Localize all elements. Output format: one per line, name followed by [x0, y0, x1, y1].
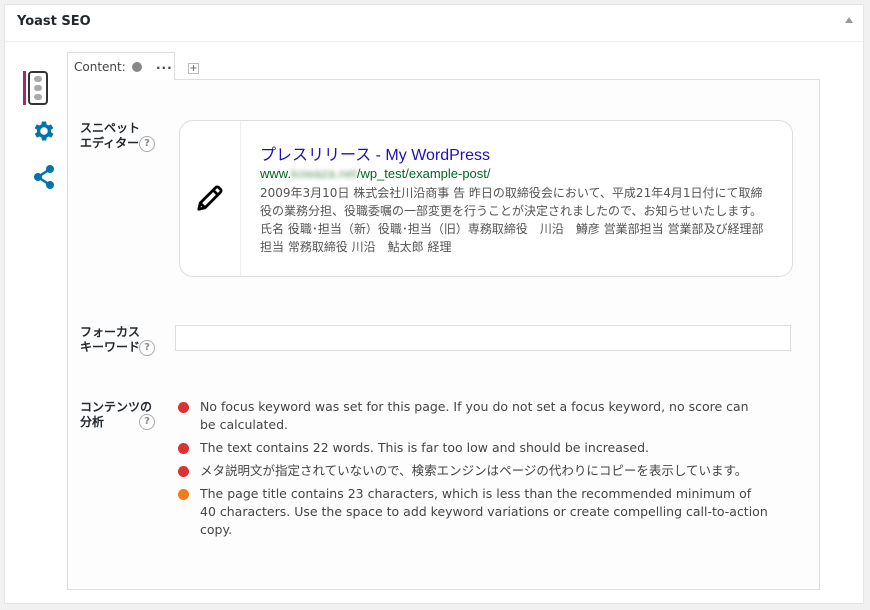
snippet-title[interactable]: プレスリリース - My WordPress	[260, 141, 490, 165]
analysis-text: The page title contains 23 characters, w…	[200, 486, 768, 537]
tab-content[interactable]: Content: ...	[67, 52, 175, 80]
traffic-light-icon[interactable]	[28, 71, 48, 105]
collapse-arrow-icon[interactable]	[845, 17, 853, 23]
analysis-item: The page title contains 23 characters, w…	[178, 485, 768, 539]
url-prefix: www.	[260, 166, 292, 181]
score-dot-icon	[132, 62, 142, 72]
snippet-description: 2009年3月10日 株式会社川沿商事 告 昨日の取締役会において、平成21年4…	[260, 186, 764, 254]
status-bullet-icon	[178, 402, 189, 413]
snippet-editor-label: スニペットエディター	[80, 121, 141, 150]
active-tab-indicator	[23, 71, 26, 105]
url-path: /wp_test/example-post/	[356, 166, 491, 181]
metabox-header[interactable]: Yoast SEO	[5, 5, 863, 42]
help-icon[interactable]: ?	[139, 414, 155, 430]
status-bullet-icon	[178, 466, 189, 477]
help-icon[interactable]: ?	[139, 136, 155, 152]
status-bullet-icon	[178, 489, 189, 500]
focus-keyword-label: フォーカスキーワード	[80, 325, 141, 354]
share-icon[interactable]	[32, 164, 56, 190]
analysis-text: No focus keyword was set for this page. …	[200, 399, 749, 432]
analysis-text: The text contains 22 words. This is far …	[200, 440, 650, 455]
snippet-divider	[240, 121, 241, 276]
status-bullet-icon	[178, 443, 189, 454]
yoast-seo-metabox: Yoast SEO Content: ... + スニペットエディター ? プレ…	[4, 4, 864, 604]
help-icon[interactable]: ?	[139, 340, 155, 356]
snippet-url: www.kowaza.net/wp_test/example-post/	[260, 166, 491, 181]
content-panel: スニペットエディター ? プレスリリース - My WordPress www.…	[67, 79, 820, 590]
analysis-results: No focus keyword was set for this page. …	[178, 398, 768, 544]
analysis-item: The text contains 22 words. This is far …	[178, 439, 768, 457]
url-domain: kowaza.net	[291, 166, 357, 181]
snippet-preview[interactable]: プレスリリース - My WordPress www.kowaza.net/wp…	[179, 120, 793, 277]
analysis-item: メタ説明文が指定されていないので、検索エンジンはページの代わりにコピーを表示して…	[178, 462, 768, 480]
pencil-icon[interactable]	[195, 183, 225, 213]
tab-content-label: Content:	[74, 60, 126, 74]
analysis-item: No focus keyword was set for this page. …	[178, 398, 768, 434]
focus-keyword-input[interactable]	[175, 325, 791, 351]
metabox-title: Yoast SEO	[17, 14, 91, 29]
analysis-text: メタ説明文が指定されていないので、検索エンジンはページの代わりにコピーを表示して…	[200, 463, 748, 478]
gear-icon[interactable]	[31, 118, 57, 144]
add-tab-button[interactable]: +	[188, 63, 199, 74]
tab-more: ...	[156, 58, 173, 72]
